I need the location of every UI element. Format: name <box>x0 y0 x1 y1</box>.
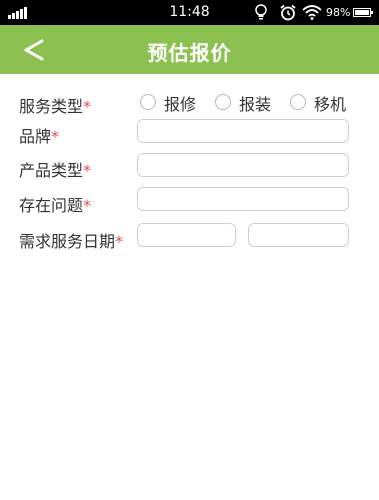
required-mark: * <box>115 232 124 251</box>
brand-label: 品牌* <box>19 123 59 147</box>
battery-icon <box>353 8 373 17</box>
required-mark: * <box>83 161 92 180</box>
service-type-label-text: 服务类型 <box>19 97 84 116</box>
battery-percent: 98% <box>326 6 351 19</box>
product-type-row: 产品类型* <box>0 152 379 182</box>
service-type-label: 服务类型* <box>19 93 91 117</box>
product-type-input[interactable] <box>137 153 349 177</box>
alarm-icon <box>280 4 296 21</box>
service-time-input[interactable] <box>248 223 349 247</box>
service-date-label: 需求服务日期* <box>19 228 123 252</box>
required-mark: * <box>83 196 92 215</box>
issue-input[interactable] <box>137 187 349 211</box>
service-date-input[interactable] <box>137 223 236 247</box>
issue-label: 存在问题* <box>19 192 91 216</box>
brand-row: 品牌* <box>0 118 379 148</box>
status-time: 11:48 <box>169 4 210 20</box>
required-mark: * <box>51 127 60 146</box>
radio-label: 报装 <box>239 95 272 114</box>
radio-circle[interactable] <box>290 94 306 110</box>
issue-label-text: 存在问题 <box>19 196 84 215</box>
required-mark: * <box>83 97 92 116</box>
service-date-label-text: 需求服务日期 <box>19 232 116 251</box>
radio-label: 移机 <box>314 95 347 114</box>
radio-circle[interactable] <box>140 94 156 110</box>
wifi-icon <box>302 5 322 20</box>
radio-circle[interactable] <box>215 94 231 110</box>
service-type-row: 服务类型* 报修 报装 移机 <box>0 88 379 118</box>
lightbulb-icon <box>255 4 267 20</box>
page-title: 预估报价 <box>147 41 232 65</box>
brand-label-text: 品牌 <box>19 127 52 146</box>
radio-label: 报修 <box>164 95 197 114</box>
product-type-label-text: 产品类型 <box>19 161 84 180</box>
status-bar: 11:48 98% <box>0 0 379 25</box>
service-date-row: 需求服务日期* <box>0 223 379 253</box>
product-type-label: 产品类型* <box>19 157 91 181</box>
issue-row: 存在问题* <box>0 187 379 217</box>
brand-input[interactable] <box>137 119 349 143</box>
header-bar: 预估报价 <box>0 25 379 74</box>
